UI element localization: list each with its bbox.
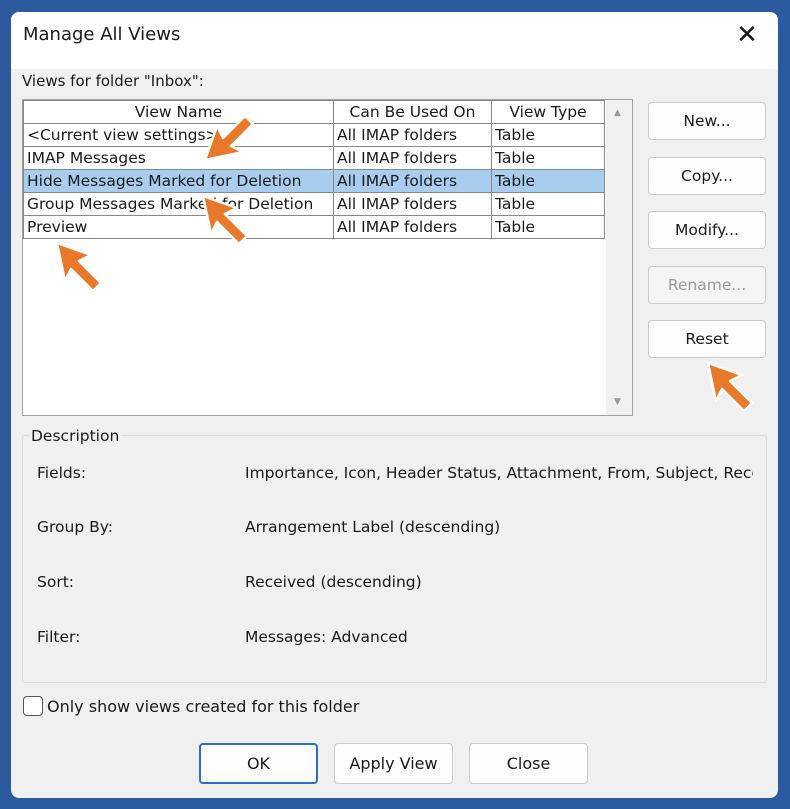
arrow-icon xyxy=(55,241,103,293)
arrow-icon xyxy=(201,194,249,246)
arrow-icon xyxy=(706,361,754,413)
annotation-arrows xyxy=(55,114,754,413)
arrow-icon xyxy=(203,114,255,162)
